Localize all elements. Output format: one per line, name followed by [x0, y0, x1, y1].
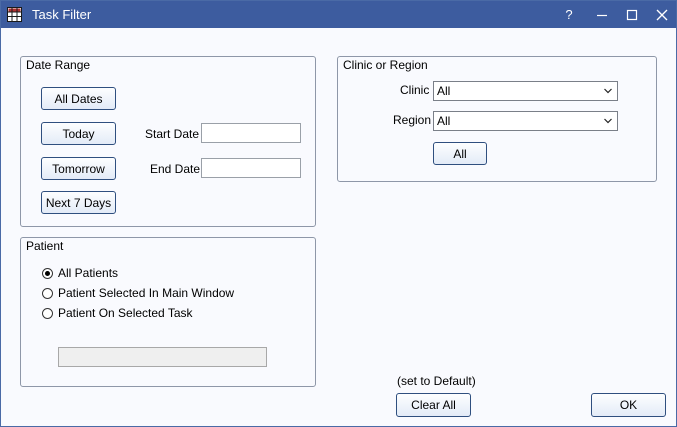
- radio-button[interactable]: [42, 307, 53, 319]
- close-icon: [656, 9, 668, 20]
- radio-all-patients[interactable]: All Patients: [42, 265, 118, 281]
- radio-patient-main-window[interactable]: Patient Selected In Main Window: [42, 285, 234, 301]
- start-date-field[interactable]: [201, 123, 301, 143]
- minimize-icon: [597, 14, 607, 16]
- tomorrow-button[interactable]: Tomorrow: [41, 157, 116, 180]
- all-dates-button[interactable]: All Dates: [41, 87, 116, 110]
- minimize-button[interactable]: [586, 1, 618, 28]
- clinic-label: Clinic: [400, 83, 430, 97]
- set-to-default-label: (set to Default): [397, 374, 476, 388]
- region-dropdown[interactable]: All: [433, 111, 618, 131]
- patient-title: Patient: [26, 239, 64, 253]
- date-range-title: Date Range: [26, 58, 91, 72]
- start-date-label: Start Date: [145, 127, 200, 141]
- radio-button[interactable]: [42, 287, 53, 299]
- task-filter-window: Task Filter ? Date Range All Dates Today…: [0, 0, 677, 427]
- window-title: Task Filter: [32, 7, 92, 22]
- maximize-icon: [626, 9, 638, 20]
- date-range-group: Date Range All Dates Today Tomorrow Next…: [20, 56, 316, 227]
- clinic-selected-value: All: [437, 84, 451, 98]
- clinic-all-button[interactable]: All: [433, 142, 487, 165]
- maximize-button[interactable]: [616, 1, 648, 28]
- end-date-label: End Date: [150, 162, 201, 176]
- grid-icon: [7, 7, 22, 22]
- radio-label: Patient On Selected Task: [58, 306, 193, 320]
- clinic-region-group: Clinic or Region Clinic All Region All A…: [337, 56, 657, 182]
- radio-button[interactable]: [42, 267, 53, 279]
- help-label: ?: [565, 7, 573, 22]
- radio-label: All Patients: [58, 266, 119, 280]
- radio-label: Patient Selected In Main Window: [58, 286, 235, 300]
- radio-patient-selected-task[interactable]: Patient On Selected Task: [42, 305, 193, 321]
- region-selected-value: All: [437, 114, 451, 128]
- close-button[interactable]: [646, 1, 677, 28]
- next-7-days-button[interactable]: Next 7 Days: [41, 191, 116, 214]
- clear-all-button[interactable]: Clear All: [396, 393, 471, 417]
- ok-button[interactable]: OK: [591, 393, 666, 417]
- help-button[interactable]: ?: [553, 1, 585, 28]
- clinic-region-title: Clinic or Region: [343, 58, 428, 72]
- chevron-down-icon: [604, 118, 612, 124]
- today-button[interactable]: Today: [41, 122, 116, 145]
- end-date-field[interactable]: [201, 158, 301, 178]
- title-bar[interactable]: Task Filter ?: [1, 1, 676, 28]
- patient-group: Patient All Patients Patient Selected In…: [20, 237, 316, 387]
- chevron-down-icon: [604, 88, 612, 94]
- clinic-dropdown[interactable]: All: [433, 81, 618, 101]
- patient-name-field: [58, 347, 267, 367]
- region-label: Region: [393, 113, 432, 127]
